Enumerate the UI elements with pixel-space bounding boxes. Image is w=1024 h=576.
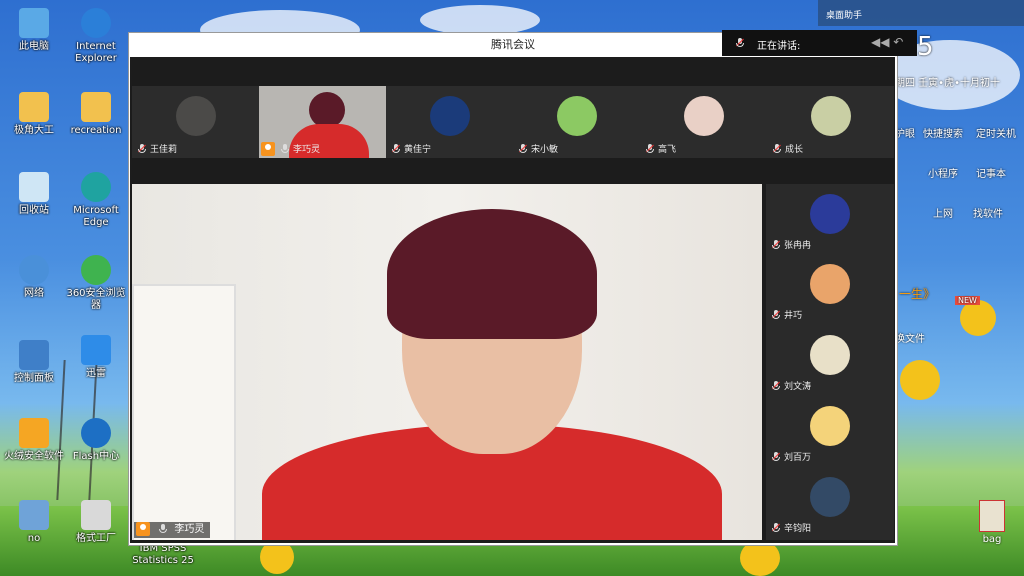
participant-tile[interactable]: 井巧 — [766, 256, 894, 326]
find-software-item[interactable]: 找软件 — [973, 205, 1003, 220]
timer-shutdown-item[interactable]: 定时关机 — [976, 125, 1016, 140]
participant-tile-active[interactable]: 李巧灵 — [259, 86, 386, 158]
control-panel-icon — [19, 340, 49, 370]
desktop-icon-edge[interactable]: Microsoft Edge — [64, 172, 128, 229]
mic-icon — [281, 144, 289, 154]
participant-tile[interactable]: 刘百万 — [766, 398, 894, 468]
back-arrow-icon[interactable]: ◀◀ ↶ — [871, 35, 911, 51]
format-factory-icon — [81, 500, 111, 530]
avatar — [176, 96, 216, 136]
user-folder-icon — [19, 92, 49, 122]
notepad-item[interactable]: 记事本 — [976, 165, 1006, 180]
mic-off-icon — [773, 144, 781, 154]
xunlei-icon — [81, 335, 111, 365]
avatar — [430, 96, 470, 136]
avatar — [810, 194, 850, 234]
desktop-icon-flash[interactable]: Flash中心 — [64, 418, 128, 463]
desktop-icon-bag[interactable]: bag — [970, 500, 1014, 545]
meeting-window: 腾讯会议 王佳莉 李巧灵 黄佳宁 宋小敏 高飞 成长 李巧灵 张冉冉 井巧 刘文… — [128, 32, 898, 546]
internet-item[interactable]: 上网 — [933, 205, 953, 220]
flash-icon — [81, 418, 111, 448]
mic-off-icon — [772, 523, 780, 533]
mic-off-icon — [772, 381, 780, 391]
main-speaker-video[interactable]: 李巧灵 — [132, 184, 762, 540]
desktop-icon-huorong[interactable]: 火绒安全软件 — [2, 418, 66, 463]
participant-tile[interactable]: 黄佳宁 — [386, 86, 513, 158]
avatar — [810, 477, 850, 517]
huorong-icon — [19, 418, 49, 448]
360-browser-icon — [81, 255, 111, 285]
mic-off-icon — [772, 452, 780, 462]
main-speaker-label: 李巧灵 — [134, 522, 211, 538]
bookshelf — [132, 284, 236, 540]
participant-tile[interactable]: 宋小敏 — [513, 86, 640, 158]
desktop-icon-ie[interactable]: Internet Explorer — [64, 8, 128, 65]
participant-tile[interactable]: 张冉冉 — [766, 186, 894, 256]
avatar — [810, 335, 850, 375]
desktop-icon-format-factory[interactable]: 格式工厂 — [64, 500, 128, 545]
mic-icon — [736, 38, 744, 48]
avatar — [557, 96, 597, 136]
desktop-icon-no[interactable]: no — [2, 500, 66, 545]
desktop-icon-spss[interactable]: IBM SPSS Statistics 25 — [128, 543, 198, 567]
participant-strip: 王佳莉 李巧灵 黄佳宁 宋小敏 高飞 成长 — [132, 86, 894, 158]
meeting-content: 王佳莉 李巧灵 黄佳宁 宋小敏 高飞 成长 李巧灵 张冉冉 井巧 刘文涛 刘百万… — [130, 57, 895, 543]
edge-icon — [81, 172, 111, 202]
speaking-indicator: 正在讲话: ◀◀ ↶ — [722, 30, 917, 56]
video-preview — [309, 92, 345, 128]
avatar — [810, 264, 850, 304]
participant-tile[interactable]: 刘文涛 — [766, 327, 894, 397]
bag-file-icon — [979, 500, 1005, 532]
desktop-icon-recycle-bin[interactable]: 回收站 — [2, 172, 66, 217]
mic-off-icon — [138, 144, 146, 154]
file-icon — [19, 500, 49, 530]
avatar — [684, 96, 724, 136]
avatar — [810, 406, 850, 446]
mic-off-icon — [392, 144, 400, 154]
network-icon — [19, 255, 49, 285]
participant-tile[interactable]: 王佳莉 — [132, 86, 259, 158]
mini-program-item[interactable]: 小程序 — [928, 165, 958, 180]
avatar — [811, 96, 851, 136]
participant-sidebar: 张冉冉 井巧 刘文涛 刘百万 辛钧阳 — [766, 184, 894, 540]
mic-off-icon — [772, 310, 780, 320]
mic-icon — [159, 524, 168, 534]
desktop-icon-360-browser[interactable]: 360安全浏览器 — [64, 255, 128, 312]
recycle-bin-icon — [19, 172, 49, 202]
desktop-icon-recreation[interactable]: recreation — [64, 92, 128, 137]
computer-icon — [19, 8, 49, 38]
participant-tile[interactable]: 成长 — [767, 86, 894, 158]
new-badge: NEW — [955, 296, 980, 305]
mic-off-icon — [519, 144, 527, 154]
person-icon — [136, 522, 150, 536]
desktop-icon-computer[interactable]: 此电脑 — [2, 8, 66, 53]
folder-icon — [81, 92, 111, 122]
eye-care-item[interactable]: 护眼 — [895, 125, 915, 140]
person-icon — [261, 142, 275, 156]
desktop-icon-network[interactable]: 网络 — [2, 255, 66, 300]
desktop-icon-control-panel[interactable]: 控制面板 — [2, 340, 66, 385]
participant-tile[interactable]: 高飞 — [640, 86, 767, 158]
ie-icon — [81, 8, 111, 38]
mic-off-icon — [646, 144, 654, 154]
mic-off-icon — [772, 240, 780, 250]
desktop-icon-xunlei[interactable]: 迅雷 — [64, 335, 128, 380]
quick-search-item[interactable]: 快捷搜索 — [923, 125, 963, 140]
participant-tile[interactable]: 辛钧阳 — [766, 469, 894, 539]
desktop-icon-user-folder[interactable]: 极角大工 — [2, 92, 66, 137]
